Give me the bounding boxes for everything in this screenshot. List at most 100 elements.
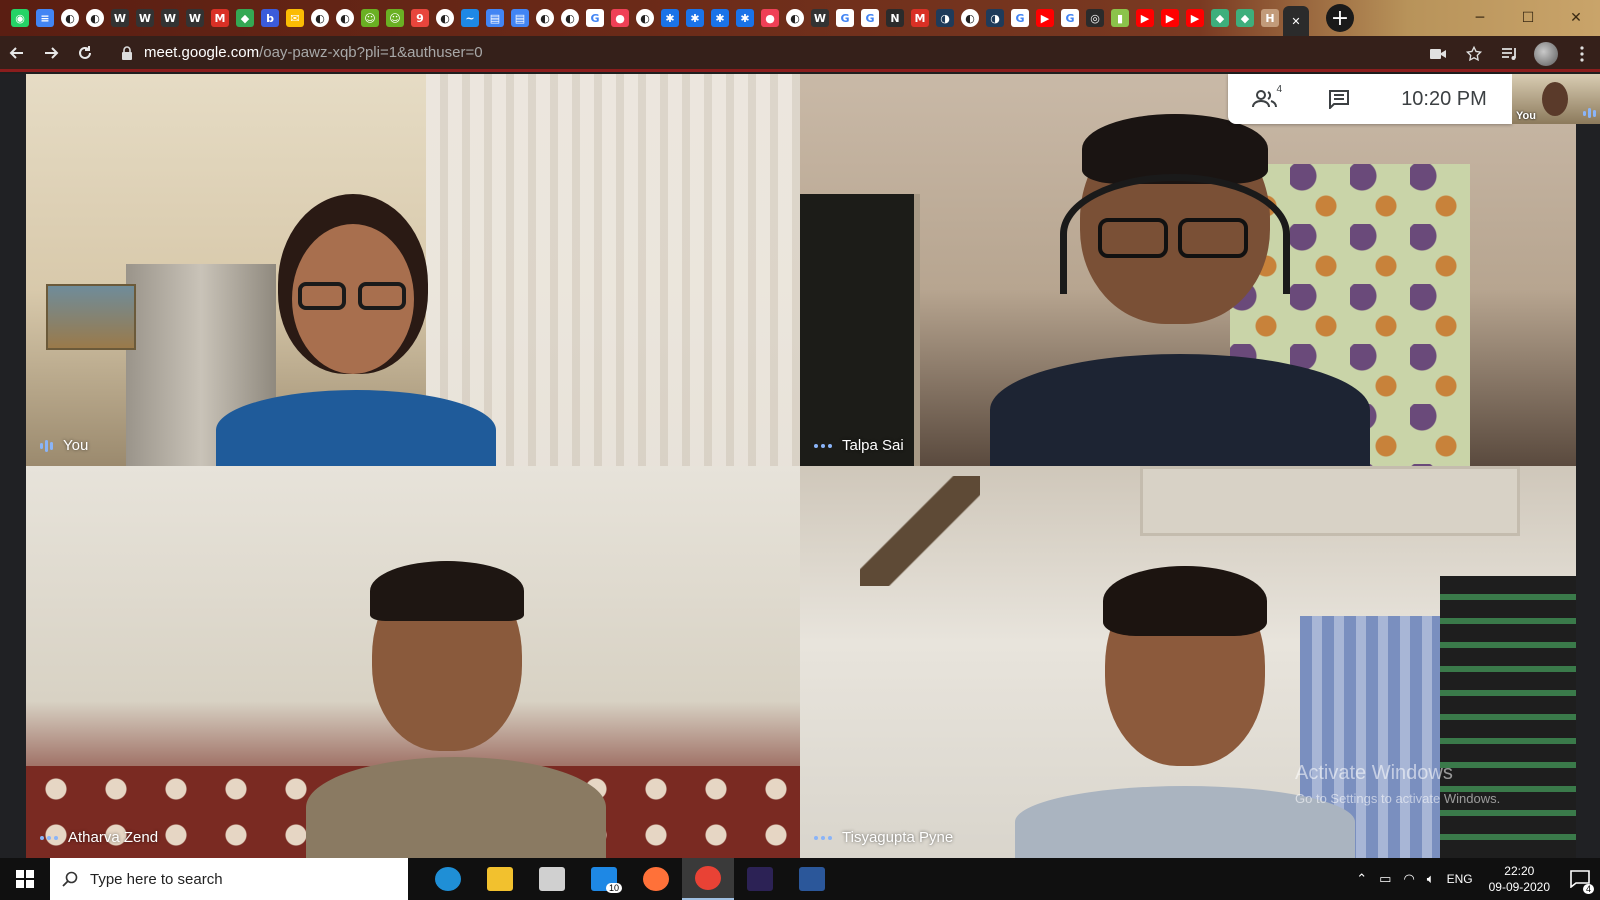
browser-tab[interactable]: ◐ <box>558 6 582 30</box>
self-view-thumbnail[interactable]: You <box>1512 74 1600 124</box>
browser-tab[interactable]: M <box>208 6 232 30</box>
start-button[interactable] <box>0 858 50 900</box>
browser-tab[interactable]: 9 <box>408 6 432 30</box>
browser-tab[interactable]: ▤ <box>508 6 532 30</box>
taskbar-app[interactable]: 10 <box>578 858 630 900</box>
window-close-button[interactable]: ✕ <box>1552 0 1600 36</box>
browser-tab[interactable]: ◐ <box>533 6 557 30</box>
taskbar-app[interactable] <box>474 858 526 900</box>
battery-icon[interactable]: ▭ <box>1373 872 1397 887</box>
browser-tab[interactable]: ✉ <box>283 6 307 30</box>
maximize-button[interactable]: ☐ <box>1504 0 1552 36</box>
back-button[interactable] <box>0 36 34 70</box>
browser-tab[interactable]: ◎ <box>1083 6 1107 30</box>
bookmark-star-icon[interactable] <box>1456 36 1492 72</box>
forward-button[interactable] <box>34 36 68 70</box>
ceiling-fan-image <box>860 476 980 586</box>
taskbar-search-box[interactable]: Type here to search <box>50 858 408 900</box>
blank-page-icon: ◐ <box>636 9 654 27</box>
browser-tab[interactable]: ▮ <box>1108 6 1132 30</box>
browser-tab[interactable]: ✱ <box>708 6 732 30</box>
language-indicator[interactable]: ENG <box>1441 872 1479 886</box>
volume-icon[interactable]: 🔈︎ <box>1421 872 1441 887</box>
camera-permission-icon[interactable] <box>1420 36 1456 72</box>
new-tab-button[interactable]: + <box>1326 4 1354 32</box>
browser-tab[interactable]: ▶ <box>1133 6 1157 30</box>
browser-tab[interactable]: ◆ <box>233 6 257 30</box>
browser-tab[interactable]: G <box>858 6 882 30</box>
browser-tab[interactable]: W <box>808 6 832 30</box>
browser-tab[interactable]: b <box>258 6 282 30</box>
wifi-icon[interactable]: ◠ <box>1397 872 1420 887</box>
browser-tab[interactable]: ✱ <box>733 6 757 30</box>
browser-tab[interactable]: ▤ <box>483 6 507 30</box>
browser-tab[interactable]: ◐ <box>308 6 332 30</box>
browser-tab[interactable]: ◐ <box>433 6 457 30</box>
browser-tab[interactable]: ◑ <box>983 6 1007 30</box>
chat-button[interactable] <box>1302 74 1376 124</box>
browser-tab[interactable]: N <box>883 6 907 30</box>
browser-tab[interactable]: W <box>133 6 157 30</box>
browser-tab[interactable]: G <box>583 6 607 30</box>
lock-icon <box>122 45 132 60</box>
blank-page-icon: ◐ <box>86 9 104 27</box>
chevron-up-icon[interactable]: ⌃ <box>1350 872 1373 887</box>
reload-button[interactable] <box>68 36 102 70</box>
taskbar-app[interactable] <box>786 858 838 900</box>
browser-tab[interactable]: ✱ <box>683 6 707 30</box>
browser-tab[interactable]: ☺ <box>383 6 407 30</box>
browser-tab[interactable]: ◐ <box>958 6 982 30</box>
participants-count: 4 <box>1276 84 1282 95</box>
taskbar-app[interactable] <box>682 858 734 900</box>
profile-avatar[interactable] <box>1528 36 1564 72</box>
tile-name-label: Talpa Sai <box>814 437 904 454</box>
browser-tab[interactable]: ▶ <box>1158 6 1182 30</box>
browser-tab[interactable]: ◆ <box>1208 6 1232 30</box>
action-center-button[interactable]: 4 <box>1560 858 1600 900</box>
browser-tab[interactable]: ▶ <box>1183 6 1207 30</box>
browser-tab[interactable]: G <box>1058 6 1082 30</box>
browser-tab[interactable]: W <box>183 6 207 30</box>
browser-tab[interactable]: ✱ <box>658 6 682 30</box>
browser-tab[interactable]: M <box>908 6 932 30</box>
browser-tab[interactable]: G <box>833 6 857 30</box>
browser-tab[interactable]: ◑ <box>933 6 957 30</box>
browser-tab[interactable]: ◐ <box>783 6 807 30</box>
browser-tab[interactable]: ● <box>758 6 782 30</box>
browser-tab[interactable]: ◆ <box>1233 6 1257 30</box>
taskbar-app[interactable] <box>526 858 578 900</box>
video-tile-atharva-zend[interactable]: Atharva Zend <box>26 466 800 858</box>
browser-tab[interactable]: W <box>158 6 182 30</box>
taskbar-clock[interactable]: 22:20 09-09-2020 <box>1479 863 1560 895</box>
media-control-icon[interactable] <box>1492 36 1528 72</box>
browser-tab[interactable]: ~ <box>458 6 482 30</box>
browser-tab[interactable]: W <box>108 6 132 30</box>
taskbar-app[interactable] <box>734 858 786 900</box>
browser-tab[interactable]: ◐ <box>633 6 657 30</box>
taskbar-app[interactable] <box>630 858 682 900</box>
participants-button[interactable]: 4 <box>1228 74 1302 124</box>
browser-tab[interactable]: ◐ <box>58 6 82 30</box>
browser-tab[interactable]: ◐ <box>83 6 107 30</box>
taskbar-app[interactable] <box>422 858 474 900</box>
browser-tab[interactable]: ◉ <box>8 6 32 30</box>
video-tile-tisyagupta-pyne[interactable]: Activate Windows Go to Settings to activ… <box>800 466 1576 858</box>
gmail-icon: M <box>211 9 229 27</box>
globe-icon: ◑ <box>986 9 1004 27</box>
browser-tab[interactable]: G <box>1008 6 1032 30</box>
browser-tab[interactable]: ● <box>608 6 632 30</box>
system-tray: ⌃ ▭ ◠ 🔈︎ ENG 22:20 09-09-2020 4 <box>1350 858 1600 900</box>
browser-tab[interactable]: ▶ <box>1033 6 1057 30</box>
browser-tab[interactable]: ≡ <box>33 6 57 30</box>
blank-page-icon: ◐ <box>961 9 979 27</box>
video-tile-talpa-sai[interactable]: Talpa Sai <box>800 74 1576 466</box>
browser-tab[interactable]: ☺ <box>358 6 382 30</box>
address-bar[interactable]: meet.google.com/oay-pawz-xqb?pli=1&authu… <box>110 39 1410 67</box>
video-tile-you[interactable]: You <box>26 74 800 466</box>
meet-active-tab-close-icon[interactable]: ✕ <box>1287 12 1305 30</box>
browser-tab[interactable]: H <box>1258 6 1282 30</box>
browser-menu-icon[interactable] <box>1564 36 1600 72</box>
minimize-button[interactable]: ─ <box>1456 0 1504 36</box>
browser-tab[interactable]: ◐ <box>333 6 357 30</box>
browser-tab[interactable]: ✕ <box>1283 6 1309 36</box>
